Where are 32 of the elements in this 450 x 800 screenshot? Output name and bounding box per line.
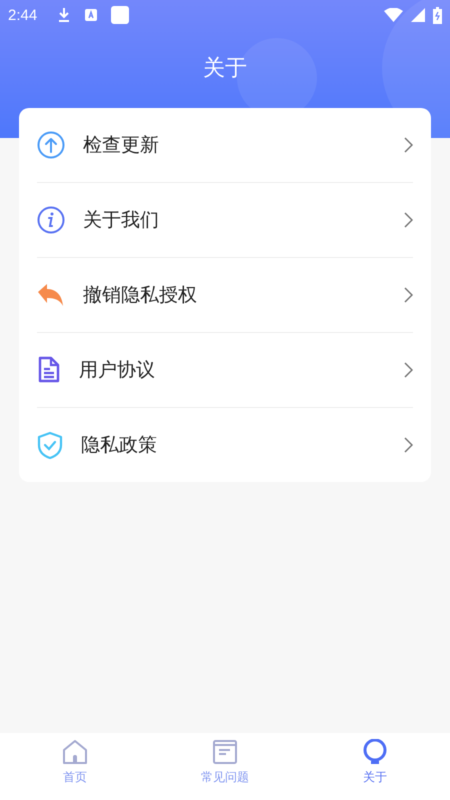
menu-item[interactable]: 检查更新: [19, 108, 431, 182]
notebook-icon: [212, 739, 238, 765]
signal-icon: [411, 8, 425, 22]
menu-item[interactable]: 关于我们: [19, 183, 431, 257]
menu-label: 隐私政策: [81, 433, 158, 458]
menu-item[interactable]: 撤销隐私授权: [19, 258, 431, 332]
menu-item[interactable]: 隐私政策: [19, 408, 431, 482]
lightbulb-icon: [362, 739, 388, 765]
app-icon: [111, 6, 130, 24]
menu-label: 关于我们: [83, 208, 160, 233]
shield-check-icon: [37, 431, 63, 459]
info-icon: [37, 206, 65, 234]
battery-icon: [433, 6, 442, 24]
status-time: 2:44: [8, 6, 38, 24]
download-icon: [57, 7, 72, 23]
menu-label: 检查更新: [83, 133, 160, 158]
upload-icon: [37, 131, 65, 159]
page-title: 关于: [202, 55, 248, 83]
menu-item[interactable]: 用户协议: [19, 333, 431, 407]
menu-label: 撤销隐私授权: [83, 283, 198, 308]
menu-label: 用户协议: [79, 358, 156, 383]
undo-arrow-icon: [37, 283, 65, 307]
chevron-right-icon: [404, 212, 413, 228]
chevron-right-icon: [404, 437, 413, 453]
document-icon: [37, 356, 61, 384]
chevron-right-icon: [404, 362, 413, 378]
nav-tab[interactable]: 关于: [300, 733, 450, 800]
house-icon: [62, 739, 88, 765]
wifi-icon: [384, 8, 403, 22]
chevron-right-icon: [404, 137, 413, 153]
chevron-right-icon: [404, 287, 413, 303]
notification-icon: [85, 9, 98, 21]
